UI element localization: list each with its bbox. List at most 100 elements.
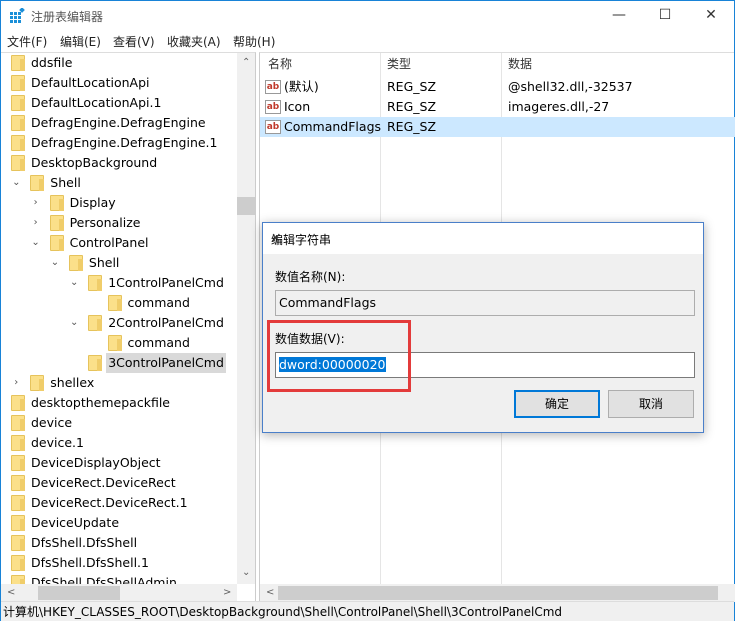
tree-item-label: DeviceRect.DeviceRect.1 — [31, 495, 188, 510]
column-header-name[interactable]: 名称 — [268, 53, 292, 75]
menu-help[interactable]: 帮助(H) — [233, 33, 275, 50]
expand-chevron-down-icon[interactable]: ⌄ — [31, 233, 41, 253]
menu-favorites[interactable]: 收藏夹(A) — [167, 33, 221, 50]
tree-item[interactable]: DfsShell.DfsShell — [1, 533, 237, 553]
value-name-field[interactable]: CommandFlags — [275, 290, 695, 316]
list-horizontal-scroll-thumb[interactable] — [278, 586, 718, 600]
tree-item[interactable]: DefaultLocationApi.1 — [1, 93, 237, 113]
expand-chevron-down-icon[interactable]: ⌄ — [69, 313, 79, 333]
tree-item-label: DeviceRect.DeviceRect — [31, 475, 176, 490]
dialog-close-icon[interactable]: ✕ — [271, 231, 695, 245]
menu-view[interactable]: 查看(V) — [113, 33, 155, 50]
tree-item[interactable]: › shellex — [1, 373, 237, 393]
tree-item-label: DesktopBackground — [31, 155, 158, 170]
scroll-left-icon[interactable]: < — [7, 587, 15, 598]
string-value-icon: ab — [265, 120, 281, 134]
tree-item[interactable]: 3ControlPanelCmd — [1, 353, 237, 373]
expand-chevron-right-icon[interactable]: › — [31, 193, 41, 213]
tree-item[interactable]: › Personalize — [1, 213, 237, 233]
column-header-type[interactable]: 类型 — [387, 53, 411, 75]
folder-icon — [11, 535, 25, 551]
value-row[interactable]: ab CommandFlags REG_SZ — [260, 117, 735, 137]
tree-item[interactable]: command — [1, 293, 237, 313]
ok-button[interactable]: 确定 — [514, 390, 600, 418]
tree-item-label: desktopthemepackfile — [31, 395, 170, 410]
close-button[interactable]: ✕ — [688, 1, 734, 31]
tree-item[interactable]: ddsfile — [1, 53, 237, 73]
expand-chevron-down-icon[interactable]: ⌄ — [11, 173, 21, 193]
tree-item[interactable]: DesktopBackground — [1, 153, 237, 173]
tree-item-label: ControlPanel — [69, 235, 149, 250]
value-row[interactable]: ab (默认) REG_SZ @shell32.dll,-32537 — [260, 77, 735, 97]
cancel-button[interactable]: 取消 — [608, 390, 694, 418]
tree-item[interactable]: desktopthemepackfile — [1, 393, 237, 413]
folder-icon — [11, 435, 25, 451]
value-type: REG_SZ — [387, 99, 437, 114]
value-row[interactable]: ab Icon REG_SZ imageres.dll,-27 — [260, 97, 735, 117]
maximize-button[interactable]: ☐ — [642, 1, 688, 31]
tree-item[interactable]: DfsShell.DfsShell.1 — [1, 553, 237, 573]
tree-item-label: 1ControlPanelCmd — [108, 275, 224, 290]
tree-item-label: DefragEngine.DefragEngine.1 — [31, 135, 218, 150]
tree-item[interactable]: device — [1, 413, 237, 433]
folder-icon — [49, 195, 64, 211]
expand-chevron-down-icon[interactable]: ⌄ — [69, 273, 79, 293]
dialog-title-bar: 编辑字符串 ✕ — [263, 223, 703, 254]
tree-item[interactable]: DefragEngine.DefragEngine.1 — [1, 133, 237, 153]
expand-chevron-right-icon[interactable]: › — [11, 373, 21, 393]
scroll-right-icon[interactable]: > — [223, 587, 231, 598]
value-type: REG_SZ — [387, 119, 437, 134]
tree-vertical-scrollbar[interactable] — [237, 53, 255, 584]
folder-icon — [11, 95, 25, 111]
folder-icon — [11, 115, 25, 131]
tree-item[interactable]: DeviceRect.DeviceRect — [1, 473, 237, 493]
minimize-button[interactable]: — — [596, 1, 642, 31]
tree-vertical-scroll-thumb[interactable] — [237, 197, 255, 215]
value-name: CommandFlags — [284, 119, 382, 134]
tree-item-label: shellex — [50, 375, 95, 390]
folder-icon — [11, 75, 25, 91]
string-value-icon: ab — [265, 80, 281, 94]
folder-icon — [11, 455, 25, 471]
string-value-icon: ab — [265, 100, 281, 114]
folder-icon — [49, 215, 64, 231]
folder-icon — [107, 335, 122, 351]
tree-item-label: device.1 — [31, 435, 84, 450]
scroll-up-icon[interactable]: ⌃ — [242, 57, 250, 68]
tree-item[interactable]: DefaultLocationApi — [1, 73, 237, 93]
folder-icon — [88, 315, 103, 331]
tree-item[interactable]: DeviceUpdate — [1, 513, 237, 533]
folder-icon — [88, 355, 103, 371]
value-name: Icon — [284, 99, 311, 114]
tree-horizontal-scroll-thumb[interactable] — [38, 586, 120, 600]
tree-item-label: 2ControlPanelCmd — [108, 315, 224, 330]
tree-item[interactable]: ⌄ ControlPanel — [1, 233, 237, 253]
folder-icon — [30, 175, 45, 191]
expand-chevron-down-icon[interactable]: ⌄ — [50, 253, 60, 273]
expand-chevron-right-icon[interactable]: › — [31, 213, 41, 233]
tree-item[interactable]: ⌄ 2ControlPanelCmd — [1, 313, 237, 333]
folder-icon — [11, 55, 25, 71]
scroll-down-icon[interactable]: ⌄ — [242, 567, 250, 578]
tree-item[interactable]: ⌄ Shell — [1, 253, 237, 273]
scroll-left-icon[interactable]: < — [266, 587, 274, 598]
column-header-data[interactable]: 数据 — [508, 53, 532, 75]
tree-item[interactable]: ⌄ Shell — [1, 173, 237, 193]
tree-item[interactable]: › Display — [1, 193, 237, 213]
tree-item[interactable]: command — [1, 333, 237, 353]
folder-icon — [88, 275, 103, 291]
tree-item-label: DefaultLocationApi — [31, 75, 150, 90]
folder-icon — [11, 475, 25, 491]
tree-item[interactable]: device.1 — [1, 433, 237, 453]
tree-item[interactable]: ⌄ 1ControlPanelCmd — [1, 273, 237, 293]
tree-item-label: Display — [69, 195, 116, 210]
tree-item[interactable]: DefragEngine.DefragEngine — [1, 113, 237, 133]
tree-item[interactable]: DeviceRect.DeviceRect.1 — [1, 493, 237, 513]
tree-item[interactable]: DeviceDisplayObject — [1, 453, 237, 473]
menu-edit[interactable]: 编辑(E) — [60, 33, 101, 50]
key-tree: DfsShell.DfsShellAdmin DfsShell.DfsShell.… — [1, 52, 256, 601]
menu-file[interactable]: 文件(F) — [7, 33, 47, 50]
tree-item-label: DefragEngine.DefragEngine — [31, 115, 206, 130]
value-data: imageres.dll,-27 — [508, 99, 610, 114]
registry-editor-icon — [10, 8, 25, 23]
